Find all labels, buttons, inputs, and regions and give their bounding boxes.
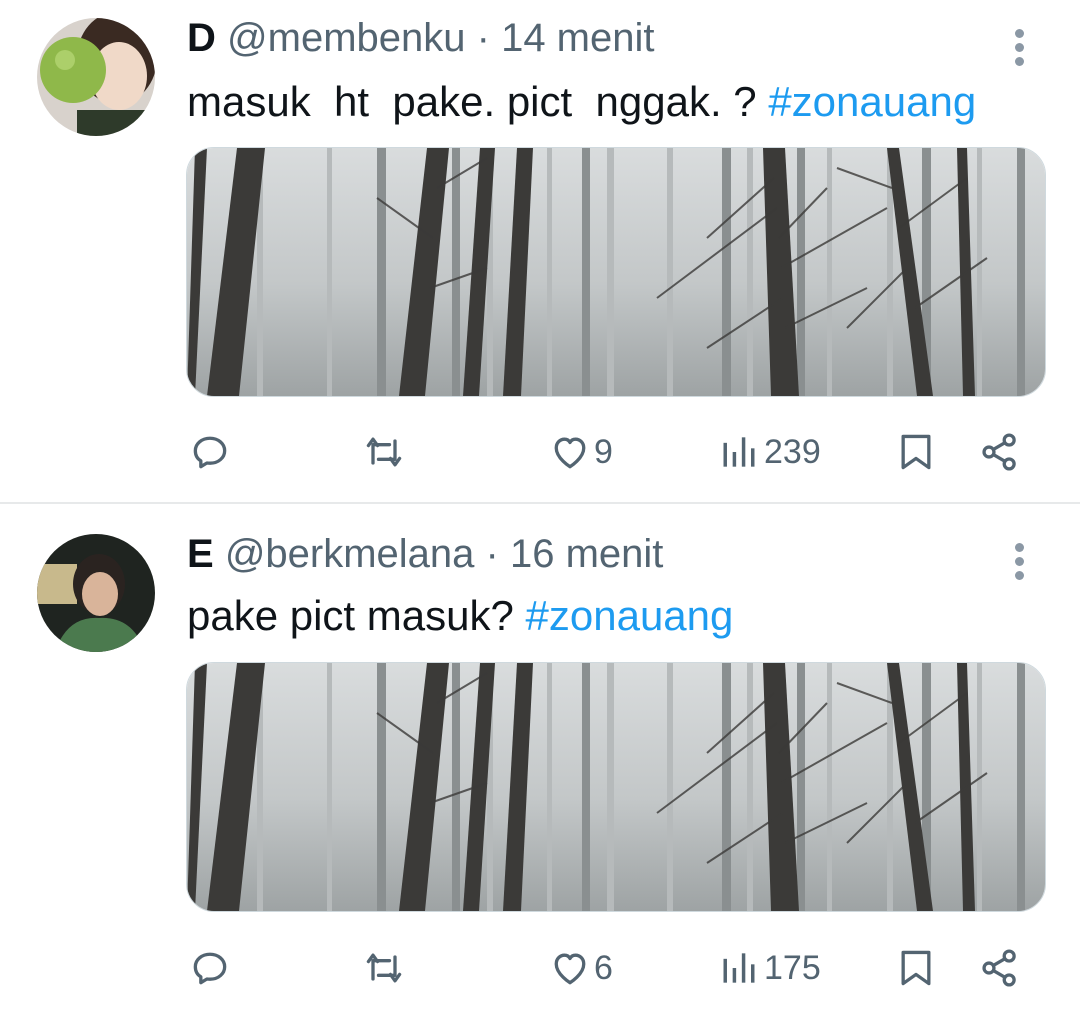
share-icon <box>982 433 1016 471</box>
retweet-icon <box>366 437 402 467</box>
display-name[interactable]: D <box>187 16 216 60</box>
user-handle[interactable]: @membenku <box>227 16 465 60</box>
tweet-image[interactable] <box>186 662 1046 912</box>
retweet-button[interactable] <box>362 946 406 990</box>
action-bar: 6 175 <box>0 936 1080 1000</box>
bookmark-button[interactable] <box>894 430 938 474</box>
reply-icon <box>193 436 227 469</box>
tweet-1[interactable]: D @membenku · 14 menit masuk ht pake. pi… <box>0 0 1080 503</box>
hashtag-link[interactable]: #zonauang <box>768 78 976 125</box>
tweet-text-content: pake pict masuk? <box>187 592 526 639</box>
views-icon <box>723 437 755 467</box>
bookmark-icon <box>901 434 931 470</box>
share-button[interactable] <box>978 946 1022 990</box>
tweet-text-content: masuk ht pake. pict nggak. ? <box>187 78 769 125</box>
tweet-header: D @membenku · 14 menit <box>187 14 655 62</box>
like-button[interactable]: 6 <box>548 946 613 990</box>
more-vertical-icon[interactable] <box>1004 538 1034 580</box>
views-button[interactable]: 239 <box>718 430 821 474</box>
separator-dot: · <box>476 16 490 60</box>
heart-icon <box>554 953 586 985</box>
share-icon <box>982 949 1016 987</box>
reply-button[interactable] <box>188 946 232 990</box>
like-count: 9 <box>594 432 613 471</box>
views-icon <box>723 953 755 983</box>
more-vertical-icon[interactable] <box>1004 24 1034 66</box>
retweet-icon <box>366 953 402 983</box>
tweet-text: masuk ht pake. pict nggak. ? #zonauang <box>187 76 976 128</box>
action-bar: 9 239 <box>0 420 1080 484</box>
user-handle[interactable]: @berkmelana <box>225 532 475 576</box>
view-count: 239 <box>764 432 821 471</box>
tweet-header: E @berkmelana · 16 menit <box>187 530 663 578</box>
timestamp[interactable]: 16 menit <box>510 532 663 576</box>
share-button[interactable] <box>978 430 1022 474</box>
reply-button[interactable] <box>188 430 232 474</box>
like-button[interactable]: 9 <box>548 430 613 474</box>
timestamp[interactable]: 14 menit <box>501 16 654 60</box>
bookmark-button[interactable] <box>894 946 938 990</box>
hashtag-link[interactable]: #zonauang <box>526 592 734 639</box>
avatar[interactable] <box>37 18 155 136</box>
tweet-image[interactable] <box>186 147 1046 397</box>
retweet-button[interactable] <box>362 430 406 474</box>
avatar[interactable] <box>37 534 155 652</box>
like-count: 6 <box>594 948 613 987</box>
reply-icon <box>193 952 227 985</box>
tweet-2[interactable]: E @berkmelana · 16 menit pake pict masuk… <box>0 504 1080 1019</box>
separator-dot: · <box>485 532 499 576</box>
tweet-text: pake pict masuk? #zonauang <box>187 590 733 642</box>
views-button[interactable]: 175 <box>718 946 821 990</box>
bookmark-icon <box>901 950 931 986</box>
heart-icon <box>554 437 586 469</box>
display-name[interactable]: E <box>187 532 214 576</box>
view-count: 175 <box>764 948 821 987</box>
